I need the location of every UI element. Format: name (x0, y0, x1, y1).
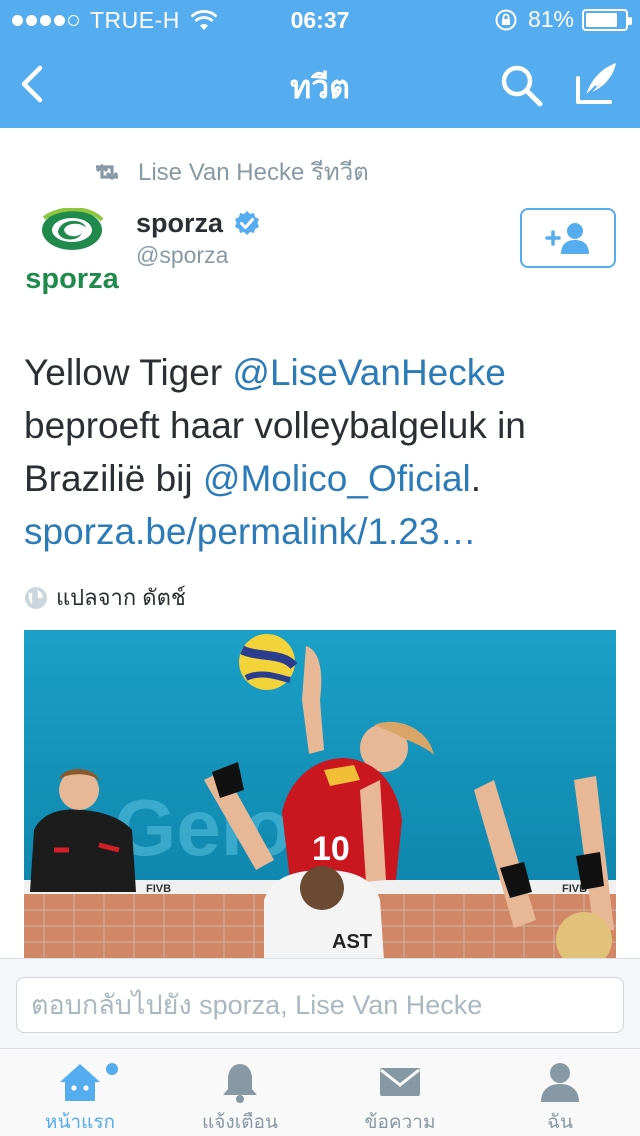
author-name-text: sporza (136, 208, 224, 238)
tweet-photo[interactable]: Gelor FIVB FIVB 10 AST (24, 630, 616, 960)
navigation-bar: ทวีต (0, 40, 640, 128)
retweeted-by-row: Lise Van Hecke รีทวีต (92, 152, 369, 191)
tab-me[interactable]: ฉัน (480, 1049, 640, 1136)
reply-input[interactable] (16, 977, 624, 1033)
tab-home[interactable]: หน้าแรก (0, 1049, 160, 1136)
translate-row[interactable]: แปลจาก ดัตช์ (24, 580, 186, 615)
author-name[interactable]: sporza (136, 208, 261, 239)
top-bar: TRUE-H 06:37 81% ทวีต (0, 0, 640, 128)
reply-bar (0, 958, 640, 1048)
tab-bar: หน้าแรก แจ้งเตือน ข้อความ ฉัน (0, 1048, 640, 1136)
tab-label: ข้อความ (364, 1112, 436, 1133)
url-link[interactable]: sporza.be/permalink/1.23… (24, 511, 476, 552)
verified-badge-icon (235, 210, 260, 235)
tweet-text: Yellow Tiger @LiseVanHecke beproeft haar… (24, 346, 624, 558)
battery-percent: 81% (527, 6, 574, 32)
tab-notifications[interactable]: แจ้งเตือน (160, 1049, 320, 1136)
volleyball-photo: Gelor FIVB FIVB 10 AST (24, 630, 616, 960)
tab-label: แจ้งเตือน (202, 1112, 278, 1133)
tab-messages[interactable]: ข้อความ (320, 1049, 480, 1136)
person-icon (541, 1063, 579, 1102)
status-right: 81% (494, 6, 632, 33)
avatar-text: sporza (25, 263, 119, 295)
photo-banner-text: FIVB (146, 883, 171, 895)
bell-icon (223, 1064, 257, 1103)
add-user-icon (545, 223, 589, 254)
home-icon (60, 1064, 100, 1101)
avatar[interactable]: sporza (20, 207, 124, 298)
photo-jersey-number: 10 (312, 830, 350, 868)
retweeted-by-text[interactable]: Lise Van Hecke รีทวีต (138, 152, 369, 191)
status-bar: TRUE-H 06:37 81% (0, 0, 640, 40)
sporza-logo: sporza (25, 207, 120, 295)
page-title: ทวีต (290, 69, 350, 105)
battery-icon (582, 8, 632, 31)
retweet-icon (95, 163, 119, 180)
author-handle[interactable]: @sporza (136, 242, 228, 269)
follow-button[interactable] (520, 208, 616, 268)
tweet-text-part: Yellow Tiger (24, 352, 233, 393)
mention-link[interactable]: @Molico_Oficial (203, 458, 471, 499)
search-icon[interactable] (498, 62, 544, 108)
photo-jersey-name: AST (332, 931, 372, 953)
compose-quill-icon[interactable] (572, 58, 622, 108)
tweet-text-part: . (470, 458, 482, 499)
mention-link[interactable]: @LiseVanHecke (232, 352, 505, 393)
battery-cap (628, 16, 632, 25)
tab-label: ฉัน (547, 1112, 573, 1133)
rotation-lock-icon (495, 9, 517, 30)
globe-icon (25, 586, 47, 609)
translate-label: แปลจาก ดัตช์ (56, 585, 186, 610)
tab-label: หน้าแรก (44, 1112, 116, 1133)
new-tweets-badge (106, 1063, 118, 1075)
battery-fill (586, 12, 617, 27)
envelope-icon (380, 1068, 420, 1096)
